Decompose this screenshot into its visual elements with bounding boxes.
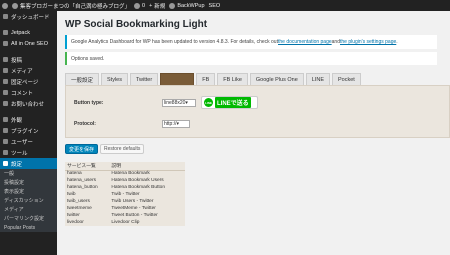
form-actions: 変更を保存 Restore defaults <box>65 144 450 154</box>
page-icon <box>3 79 8 84</box>
line-settings-panel: Button type: line88x20 ▾ LINE LINEで送る Pro… <box>65 85 450 138</box>
line-button-preview: LINE LINEで送る <box>201 96 258 109</box>
submenu-item-writing[interactable]: 投稿設定 <box>0 178 57 187</box>
sidebar-item-tools[interactable]: ツール <box>0 147 57 158</box>
table-row: hatena_users Hatena Bookmark Users <box>67 178 164 183</box>
submenu-item-discussion[interactable]: ディスカッション <box>0 196 57 205</box>
wrench-icon <box>3 150 8 155</box>
protocol-select[interactable]: http://▾ <box>162 120 190 128</box>
wordpress-logo-icon[interactable] <box>2 2 8 9</box>
mail-icon <box>3 101 8 106</box>
sidebar-item-settings[interactable]: 設定 <box>0 158 57 169</box>
submenu-item-media[interactable]: メディア <box>0 205 57 214</box>
backwpup-link[interactable]: BackWPup <box>169 2 205 9</box>
pin-icon <box>3 57 8 62</box>
update-notice: Google Analytics Dashboard for WP has be… <box>65 35 437 49</box>
seo-icon <box>3 41 8 46</box>
tab-general[interactable]: 一般設定 <box>65 73 100 85</box>
restore-defaults-button[interactable]: Restore defaults <box>100 144 145 154</box>
line-button-text: LINEで送る <box>215 97 251 108</box>
comments-link[interactable]: 0 <box>134 2 145 9</box>
table-row: twib Twib - Twitter <box>67 192 140 197</box>
sidebar-item-dashboard[interactable]: ダッシュボード <box>0 11 57 22</box>
tab-pocket[interactable]: Pocket <box>332 73 361 85</box>
brush-icon <box>3 117 8 122</box>
sidebar-item-appearance[interactable]: 外観 <box>0 114 57 125</box>
tab-google-plus-one[interactable]: Google Plus One <box>249 73 304 85</box>
sidebar-item-pages[interactable]: 固定ページ <box>0 76 57 87</box>
sidebar-item-jetpack[interactable]: Jetpack <box>0 27 57 38</box>
jetpack-icon <box>3 30 8 35</box>
tab-styles[interactable]: Styles <box>101 73 128 85</box>
line-logo-icon: LINE <box>204 98 213 107</box>
documentation-link[interactable]: the documentation page <box>278 39 332 45</box>
tab-active-hidden[interactable] <box>160 73 195 85</box>
dashboard-icon <box>3 14 8 19</box>
column-header-description: 説明 <box>109 162 185 171</box>
table-row: twib_users Twib Users - Twitter <box>67 199 154 204</box>
button-type-label: Button type: <box>74 100 104 106</box>
tab-line[interactable]: LINE <box>305 73 331 85</box>
settings-submenu: 一般 投稿設定 表示設定 ディスカッション メディア パーマリンク設定 Popu… <box>0 169 57 232</box>
sidebar-item-posts[interactable]: 投稿 <box>0 54 57 65</box>
settings-icon <box>3 161 8 166</box>
user-icon <box>3 139 8 144</box>
sidebar-item-users[interactable]: ユーザー <box>0 136 57 147</box>
comment-icon <box>3 90 8 95</box>
seo-link[interactable]: SEO <box>209 3 221 9</box>
submenu-item-permalinks[interactable]: パーマリンク設定 <box>0 214 57 223</box>
home-icon <box>12 2 18 9</box>
table-row: livedoor Livedoor Clip <box>67 220 140 225</box>
column-header-service: サービス一覧 <box>65 162 110 171</box>
table-row: hatena Hatena Bookmark <box>67 171 150 177</box>
table-header-row: サービス一覧 説明 <box>65 162 185 171</box>
table-row: hatena_button Hatena Bookmark Button <box>67 185 166 190</box>
sidebar-item-comments[interactable]: コメント <box>0 87 57 98</box>
sidebar-item-all-in-one-seo[interactable]: All in One SEO <box>0 38 57 49</box>
comment-icon <box>134 2 141 9</box>
plus-icon: + <box>149 2 153 9</box>
button-type-select[interactable]: line88x20 ▾ <box>162 99 196 107</box>
plugin-settings-link[interactable]: the plugin's settings page <box>340 39 396 45</box>
save-changes-button[interactable]: 変更を保存 <box>65 144 99 154</box>
admin-sidebar: ダッシュボード Jetpack All in One SEO 投稿 メディア 固… <box>0 11 57 255</box>
submenu-item-popular-posts[interactable]: Popular Posts <box>0 223 57 232</box>
chevron-down-icon: ▾ <box>185 100 188 106</box>
sidebar-item-contact[interactable]: お問い合わせ <box>0 98 57 109</box>
media-icon <box>3 68 8 73</box>
sidebar-item-media[interactable]: メディア <box>0 65 57 76</box>
main-content: WP Social Bookmarking Light Google Analy… <box>57 11 450 255</box>
new-content-link[interactable]: + 新規 <box>149 2 165 10</box>
service-list-table: サービス一覧 説明 hatena Hatena Bookmark hatena_u… <box>65 162 185 226</box>
admin-bar: 集客ブロガーまつの「自己満の極みブログ」 0 + 新規 BackWPup SEO <box>0 0 450 11</box>
submenu-item-general[interactable]: 一般 <box>0 169 57 178</box>
backwpup-icon <box>169 2 176 9</box>
options-saved-notice: Options saved. <box>65 52 437 65</box>
protocol-label: Protocol: <box>74 121 96 127</box>
submenu-item-reading[interactable]: 表示設定 <box>0 187 57 196</box>
site-name-link[interactable]: 集客ブロガーまつの「自己満の極みブログ」 <box>12 2 130 10</box>
settings-tabs: 一般設定 Styles Twitter FB FB Like Google Pl… <box>65 72 450 85</box>
table-row: tweetmeme TweetMeme - Twitter <box>67 206 156 211</box>
chevron-down-icon: ▾ <box>176 121 180 127</box>
sidebar-item-plugins[interactable]: プラグイン <box>0 125 57 136</box>
plugin-icon <box>3 128 8 133</box>
tab-fb-like[interactable]: FB Like <box>217 73 248 85</box>
tab-twitter[interactable]: Twitter <box>130 73 159 85</box>
page-title: WP Social Bookmarking Light <box>65 18 208 30</box>
tab-fb[interactable]: FB <box>196 73 216 85</box>
table-row: twitter Tweet Button - Twitter <box>67 213 158 218</box>
